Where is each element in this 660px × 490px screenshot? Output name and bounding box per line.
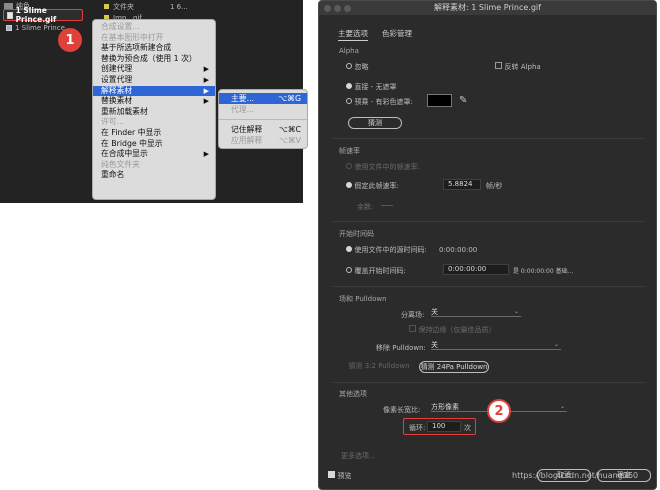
menu-item-license[interactable]: 许可... (93, 117, 215, 128)
divider (333, 138, 645, 139)
matte-color-swatch[interactable] (427, 94, 452, 107)
loop-unit: 次 (464, 424, 471, 432)
radio-alpha-ignore[interactable]: 忽略 (346, 62, 369, 72)
chevron-down-icon: ⌄ (513, 308, 519, 315)
menu-item-solids-folder[interactable]: 纯色文件夹 (93, 160, 215, 171)
divider (333, 286, 645, 287)
minimize-window-icon[interactable] (334, 5, 341, 12)
pixel-aspect-label: 像素长宽比: (383, 406, 421, 414)
menu-item-reveal-in-finder[interactable]: 在 Finder 中显示 (93, 128, 215, 139)
radio-use-file-framerate[interactable]: 使用文件中的帧速率: (346, 162, 420, 172)
interpret-footage-submenu: 主要... ⌥⌘G 代理... 记住解释 ⌥⌘C 应用解释 ⌥⌘V (218, 89, 308, 149)
step-2-badge: 2 (487, 399, 511, 423)
section-alpha: Alpha (339, 47, 359, 55)
separate-fields-dropdown[interactable]: 关 ⌄ (431, 308, 521, 317)
watermark-url: https://blog.csdn.net/huang360 (512, 471, 639, 480)
tab-color-management[interactable]: 色彩管理 (382, 28, 412, 39)
guess-32-pulldown-button[interactable]: 猜测 3:2 Pulldown (347, 361, 411, 373)
eyedropper-icon[interactable]: ✎ (459, 95, 467, 106)
divider (333, 382, 645, 383)
submenu-item-proxy[interactable]: 代理... (219, 104, 307, 115)
guess-24pa-pulldown-button[interactable]: 猜测 24Pa Pulldown (419, 361, 489, 373)
menu-item-replace-footage[interactable]: 替换素材 ▶ (93, 96, 215, 107)
framerate-unit: 帧/秒 (486, 182, 503, 190)
separate-fields-label: 分离场: (401, 311, 425, 319)
submenu-arrow-icon: ▶ (203, 75, 209, 84)
remove-pulldown-dropdown[interactable]: 关 ⌄ (431, 341, 561, 350)
chevron-down-icon: ⌄ (559, 403, 565, 410)
file-timecode-value: 0:00:00:00 (439, 246, 478, 254)
more-options-button[interactable]: 更多选项... (341, 451, 376, 461)
remainder-field (381, 205, 393, 206)
menu-item-reload-footage[interactable]: 重新加载素材 (93, 107, 215, 118)
timecode-base-label: 是 0:00:00:00 基础... (513, 268, 574, 275)
file-icon (7, 11, 13, 19)
radio-override-timecode[interactable]: 覆盖开始时间码: (346, 266, 406, 276)
framerate-input[interactable]: 5.8824 (443, 179, 481, 190)
selected-footage-item[interactable]: 1 Slime Prince.gif (3, 6, 83, 24)
submenu-item-apply[interactable]: 应用解释 ⌥⌘V (219, 135, 307, 146)
menu-item-interpret-footage[interactable]: 解释素材 ▶ (93, 85, 215, 97)
menu-item-rename[interactable]: 重命名 (93, 170, 215, 181)
row-label: 1 Slime Prince (15, 23, 65, 32)
menu-item-replace-with-precomp[interactable]: 替换为预合成（使用 1 次） (93, 54, 215, 65)
remove-pulldown-label: 移除 Pulldown: (376, 344, 426, 352)
submenu-arrow-icon: ▶ (203, 86, 209, 95)
shortcut-label: ⌥⌘V (278, 136, 301, 145)
step-1-badge: 1 (58, 28, 82, 52)
dialog-titlebar: 解释素材: 1 Slime Prince.gif (319, 1, 656, 15)
submenu-arrow-icon: ▶ (203, 65, 209, 74)
preview-checkbox[interactable]: 预览 (328, 471, 352, 481)
column-cell: 文件夹 (104, 1, 134, 12)
loop-count-input[interactable]: 100 (427, 421, 461, 432)
label-color-icon (104, 4, 109, 9)
menu-item-set-proxy[interactable]: 设置代理 ▶ (93, 75, 215, 86)
submenu-item-main[interactable]: 主要... ⌥⌘G (219, 93, 307, 104)
menu-item-reveal-in-bridge[interactable]: 在 Bridge 中显示 (93, 139, 215, 150)
shortcut-label: ⌥⌘G (278, 94, 301, 103)
section-other-options: 其他选项 (339, 390, 367, 398)
loop-label: 循环: (409, 424, 426, 432)
comp-icon (6, 24, 12, 31)
radio-assume-framerate[interactable]: 假定此帧速率: (346, 181, 399, 191)
tab-main-options[interactable]: 主要选项 (338, 28, 368, 41)
section-fields-pulldown: 场和 Pulldown (339, 295, 387, 303)
section-frame-rate: 帧速率 (339, 147, 360, 155)
menu-item-new-comp-from-selection[interactable]: 基于所选项新建合成 (93, 43, 215, 54)
menu-item-open-essential-graphics[interactable]: 在基本图形中打开 (93, 33, 215, 44)
chevron-down-icon: ⌄ (553, 341, 559, 348)
close-window-icon[interactable] (324, 5, 331, 12)
menu-item-comp-settings[interactable]: 合成设置... (93, 22, 215, 33)
submenu-arrow-icon: ▶ (203, 150, 209, 159)
remainder-label: 余数: (357, 203, 374, 211)
interpret-footage-dialog: 解释素材: 1 Slime Prince.gif 主要选项 色彩管理 Alpha… (318, 0, 657, 490)
zoom-window-icon[interactable] (344, 5, 351, 12)
override-timecode-input[interactable]: 0:00:00:00 (443, 264, 509, 275)
guess-alpha-button[interactable]: 猜测 (348, 117, 402, 129)
submenu-item-remember[interactable]: 记住解释 ⌥⌘C (219, 124, 307, 135)
submenu-arrow-icon: ▶ (203, 97, 209, 106)
menu-separator (219, 119, 307, 120)
radio-alpha-premultiplied[interactable]: 预乘 - 有彩色遮罩: (346, 97, 413, 107)
radio-use-file-timecode[interactable]: 使用文件中的源时间码: (346, 245, 427, 255)
menu-item-reveal-in-comp[interactable]: 在合成中显示 ▶ (93, 149, 215, 160)
project-row-comp[interactable]: 1 Slime Prince (6, 22, 65, 33)
invert-alpha-checkbox[interactable]: 反转 Alpha (495, 62, 541, 72)
column-cell: 1 6... (170, 2, 188, 11)
preserve-edges-checkbox[interactable]: 保持边缘（仅最佳品质） (409, 325, 496, 335)
radio-alpha-straight[interactable]: 直接 - 无遮罩 (346, 82, 397, 92)
section-start-timecode: 开始时间码 (339, 230, 374, 238)
folder-icon (4, 2, 13, 9)
dialog-title: 解释素材: 1 Slime Prince.gif (434, 3, 541, 12)
menu-item-create-proxy[interactable]: 创建代理 ▶ (93, 64, 215, 75)
context-menu: 合成设置... 在基本图形中打开 基于所选项新建合成 替换为预合成（使用 1 次… (92, 19, 216, 200)
shortcut-label: ⌥⌘C (278, 125, 301, 134)
divider (333, 221, 645, 222)
